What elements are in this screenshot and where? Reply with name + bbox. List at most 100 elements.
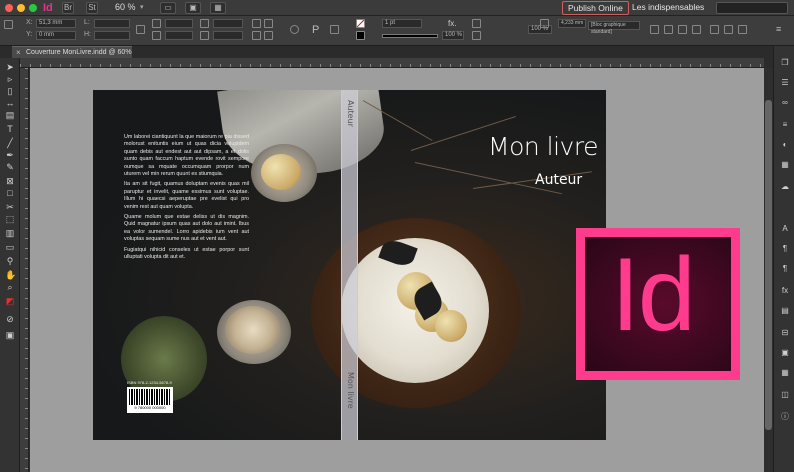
- workspace-switcher[interactable]: Les indispensables: [632, 2, 704, 12]
- table-icon[interactable]: ▦: [780, 368, 790, 378]
- hand-icon[interactable]: ✋: [5, 270, 16, 280]
- reference-point-icon[interactable]: [4, 20, 13, 29]
- fitting-icon[interactable]: [650, 25, 659, 34]
- layers-icon[interactable]: ☰: [780, 78, 790, 88]
- drop-shadow-icon[interactable]: [472, 19, 481, 28]
- stroke-swatch-icon[interactable]: [356, 31, 365, 40]
- align-right-icon[interactable]: [738, 25, 747, 34]
- flip-vertical-icon[interactable]: [264, 31, 273, 40]
- align-center-icon[interactable]: [724, 25, 733, 34]
- info-icon[interactable]: ⓘ: [780, 412, 790, 422]
- align-left-icon[interactable]: [710, 25, 719, 34]
- type-on-path-icon[interactable]: P: [312, 24, 319, 36]
- scale-y-icon[interactable]: [152, 31, 161, 40]
- scale-x-icon[interactable]: [152, 19, 161, 28]
- effects-icon[interactable]: fx: [780, 286, 790, 296]
- offset-field[interactable]: 4,233 mm: [558, 19, 586, 28]
- auto-fit-icon[interactable]: [540, 19, 549, 28]
- color-icon[interactable]: ◐: [780, 140, 790, 150]
- shear-field[interactable]: [213, 31, 243, 40]
- object-styles-icon[interactable]: ▣: [780, 348, 790, 358]
- content-collector-icon[interactable]: ▤: [5, 110, 15, 120]
- y-position-field[interactable]: 0 mm: [36, 31, 76, 40]
- text-wrap-icon[interactable]: ▤: [780, 306, 790, 316]
- shear-icon[interactable]: [200, 31, 209, 40]
- select-previous-icon[interactable]: [330, 25, 339, 34]
- fill-swatch-icon[interactable]: [356, 19, 365, 28]
- rectangle-frame-icon[interactable]: ⊠: [5, 176, 15, 186]
- vertical-ruler[interactable]: [20, 68, 29, 472]
- character-icon[interactable]: A: [780, 224, 790, 234]
- scale-y-field[interactable]: [165, 31, 193, 40]
- zoom-window-button[interactable]: [29, 4, 37, 12]
- flip-horizontal-icon[interactable]: [252, 31, 261, 40]
- x-position-field[interactable]: 51,3 mm: [36, 19, 76, 28]
- document-tab[interactable]: × Couverture MonLivre.indd @ 60%: [12, 46, 132, 58]
- page-icon[interactable]: ▯: [5, 86, 15, 96]
- pathfinder-icon[interactable]: ◫: [780, 390, 790, 400]
- center-content-icon[interactable]: [678, 25, 687, 34]
- rotate-ccw-icon[interactable]: [264, 19, 273, 28]
- selection-icon[interactable]: ➤: [5, 62, 15, 72]
- swatches-icon[interactable]: ▦: [780, 160, 790, 170]
- zoom-level-select[interactable]: 60 %: [115, 2, 136, 12]
- cover-author[interactable]: Auteur: [535, 172, 582, 188]
- cc-libraries-icon[interactable]: ☁: [780, 182, 790, 192]
- close-icon[interactable]: ×: [16, 47, 21, 58]
- close-window-button[interactable]: [5, 4, 13, 12]
- height-field[interactable]: [94, 31, 130, 40]
- links-icon[interactable]: ∞: [780, 98, 790, 108]
- barcode[interactable]: 9 780000 000000: [127, 387, 173, 413]
- note-icon[interactable]: ▭: [5, 242, 15, 252]
- align-icon[interactable]: ⊟: [780, 328, 790, 338]
- view-mode-icon[interactable]: ▣: [5, 330, 15, 340]
- rotate-icon[interactable]: [200, 19, 209, 28]
- zoom-icon[interactable]: ⌕: [5, 282, 15, 292]
- pages-icon[interactable]: ❐: [780, 58, 790, 68]
- object-style-select[interactable]: [Bloc graphique standard]: [588, 21, 640, 35]
- screen-mode-icon[interactable]: ▣: [185, 2, 201, 14]
- book-cover-spread[interactable]: Um laborei ciantiquunt la que maiorum re…: [93, 90, 606, 440]
- width-field[interactable]: [94, 19, 130, 28]
- rotation-field[interactable]: [213, 19, 243, 28]
- arrange-documents-icon[interactable]: ▦: [210, 2, 226, 14]
- scale-x-field[interactable]: [165, 19, 193, 28]
- minimize-window-button[interactable]: [17, 4, 25, 12]
- type-icon[interactable]: T: [5, 124, 15, 134]
- bridge-button[interactable]: Br: [62, 2, 74, 14]
- free-transform-icon[interactable]: ⬚: [5, 214, 15, 224]
- effects-fx-icon[interactable]: fx.: [448, 19, 456, 28]
- pencil-icon[interactable]: ✎: [5, 162, 15, 172]
- scrollbar-thumb[interactable]: [765, 100, 772, 430]
- stroke-weight-field[interactable]: 1 pt: [382, 19, 422, 28]
- fit-content-icon[interactable]: [692, 25, 701, 34]
- fill-stroke-icon[interactable]: ◩: [5, 296, 15, 306]
- rectangle-icon[interactable]: □: [5, 188, 15, 198]
- stock-button[interactable]: St: [86, 2, 98, 14]
- select-container-icon[interactable]: [290, 25, 299, 34]
- constrain-proportions-icon[interactable]: [136, 25, 145, 34]
- fill-frame-icon[interactable]: [664, 25, 673, 34]
- publish-online-button[interactable]: Publish Online: [562, 1, 629, 15]
- back-cover-text[interactable]: Um laborei ciantiquunt la que maiorum re…: [124, 134, 249, 265]
- horizontal-ruler[interactable]: [20, 58, 764, 68]
- eyedropper-icon[interactable]: ⚲: [5, 256, 15, 266]
- gradient-icon[interactable]: ▥: [5, 228, 15, 238]
- spine[interactable]: Auteur Mon livre: [341, 90, 358, 440]
- paragraph-icon[interactable]: ¶: [780, 244, 790, 254]
- search-input[interactable]: [716, 2, 788, 14]
- stroke-type-select[interactable]: [382, 34, 438, 38]
- view-options-icon[interactable]: ▭: [160, 2, 176, 14]
- opacity-field[interactable]: 100 %: [442, 31, 464, 40]
- direct-selection-icon[interactable]: ▹: [5, 74, 15, 84]
- line-icon[interactable]: ╱: [5, 138, 15, 148]
- gap-icon[interactable]: ↔: [5, 98, 15, 108]
- paragraph-styles-icon[interactable]: ¶: [780, 264, 790, 274]
- wrap-icon[interactable]: [472, 31, 481, 40]
- stroke-icon[interactable]: ≡: [780, 120, 790, 130]
- apply-none-icon[interactable]: ⊘: [5, 314, 15, 324]
- rotate-cw-icon[interactable]: [252, 19, 261, 28]
- panel-menu-icon[interactable]: ≡: [776, 25, 785, 34]
- cover-title[interactable]: Mon livre: [488, 132, 598, 161]
- chevron-down-icon[interactable]: ▾: [140, 3, 144, 11]
